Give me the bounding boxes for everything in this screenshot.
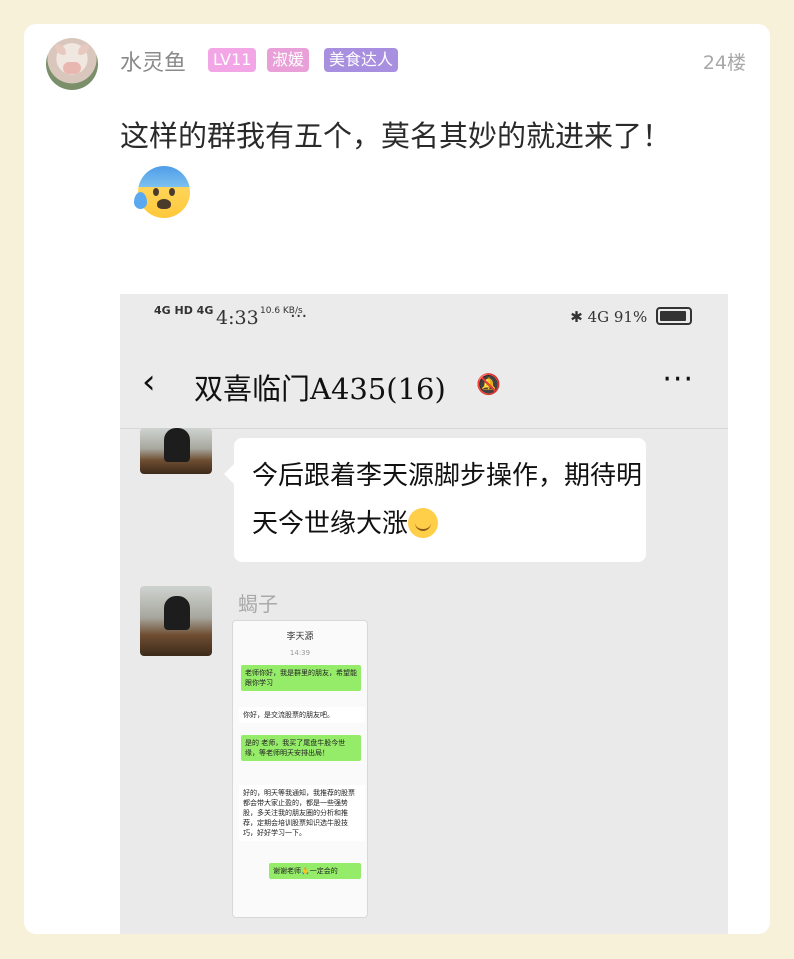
member-avatar[interactable] [140,586,212,656]
chat-header: ‹ 双喜临门A435(16) 🔕 ··· [120,344,728,429]
embedded-bubble: 老师你好，我是群里的朋友，希望能跟你学习 [241,665,361,691]
username[interactable]: 水灵鱼 [120,45,186,77]
status-right: ✱ 4G 91% [570,307,692,326]
back-icon[interactable]: ‹ [142,362,156,402]
message-bubble[interactable]: 今后跟着李天源脚步操作，期待明天今世缘大涨 [224,438,646,562]
title-badge: 淑媛 [267,48,310,72]
emoji-mouth [157,199,171,209]
embedded-chat-title: 李天源 [286,632,314,642]
emoji-eye-left [153,188,159,196]
embedded-bubble: 你好，是交流股票的朋友吧。 [239,707,365,723]
avatar-figure [164,428,190,462]
embedded-chat-time: 14:39 [289,649,311,657]
group-title: 双喜临门A435(16) [194,372,446,406]
embedded-bubble: 好的，明天等我通知，我推荐的股票都会带大家止盈的，都是一些强势股，多关注我的朋友… [239,785,365,841]
status-bar: 4G HD 4G 4:33 10.6 KB/s ··· ✱ 4G 91% [120,294,728,344]
member-avatar[interactable] [140,428,212,474]
battery-icon [656,307,692,325]
bluetooth-icon: ✱ [570,308,583,326]
status-time: 4:33 [216,307,259,329]
level-badge: LV11 [208,48,257,72]
emoji-eye-right [169,188,175,196]
battery-percent: 91% [613,308,648,326]
pig-ear-left [55,44,66,55]
smile-emoji-icon [408,508,439,538]
status-more: ··· [290,306,308,327]
chat-screenshot[interactable]: 4G HD 4G 4:33 10.6 KB/s ··· ✱ 4G 91% ‹ 双… [120,294,728,934]
signal-indicator: 4G [587,308,610,326]
pig-snout [63,62,81,74]
avatar-figure [164,596,190,630]
message-content: 今后跟着李天源脚步操作，期待明天今世缘大涨 [252,461,643,539]
bell-off-icon: 🔕 [476,372,501,396]
post-body: 这样的群我有五个，莫名其妙的就进来了！ [120,119,672,153]
message-text: 今后跟着李天源脚步操作，期待明天今世缘大涨 [252,452,642,548]
post-text: 这样的群我有五个，莫名其妙的就进来了！ [120,106,740,226]
sweat-drop-icon [134,192,147,209]
more-options-icon[interactable]: ··· [662,362,694,397]
embedded-bubble: 谢谢老师🙏一定会的 [269,863,361,879]
floor-number: 24楼 [702,52,746,74]
pig-ear-right [78,44,89,55]
network-indicator: 4G HD 4G [154,304,214,317]
embedded-chat-image[interactable]: 李天源 14:39 老师你好，我是群里的朋友，希望能跟你学习 你好，是交流股票的… [232,620,368,918]
anxious-face-icon [134,166,190,218]
sender-name: 蝎子 [238,592,278,616]
post-card: 水灵鱼 LV11 淑媛 美食达人 24楼 这样的群我有五个，莫名其妙的就进来了！… [24,24,770,934]
avatar[interactable] [46,38,98,90]
embedded-bubble: 是的 老师，我买了尾盘牛股今世缘，等老师明天安排出局！ [241,735,361,761]
expert-badge: 美食达人 [324,48,399,72]
